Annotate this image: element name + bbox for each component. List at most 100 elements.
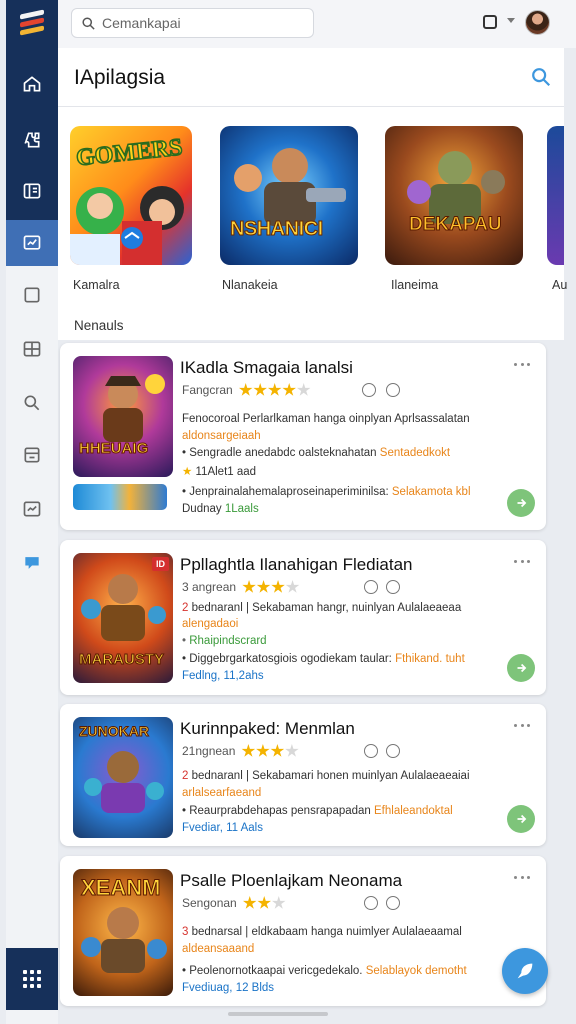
avatar[interactable] xyxy=(525,10,550,35)
sidebar xyxy=(6,0,58,1024)
app-description: 3 bednarsal | eldkabaam hanga nuimlyer A… xyxy=(182,926,462,938)
refresh-icon[interactable] xyxy=(362,383,376,397)
refresh-icon[interactable] xyxy=(364,580,378,594)
calendar-icon[interactable] xyxy=(6,432,58,478)
sidebar-item-dashboard[interactable] xyxy=(6,220,58,266)
featured-label: Ilaneima xyxy=(391,278,439,292)
featured-game-card[interactable]: DEKAPAU xyxy=(385,126,523,265)
home-icon[interactable] xyxy=(6,61,58,107)
app-date: Dudnay 1Laals xyxy=(182,503,259,515)
featured-game-card[interactable]: GOMERS xyxy=(70,126,192,265)
more-options-icon[interactable] xyxy=(514,876,530,880)
chevron-down-icon[interactable] xyxy=(507,18,515,23)
thumbnail-art-text: XEANM xyxy=(80,875,161,901)
thumbnail-art-text: HHEUAIG xyxy=(78,440,149,458)
open-app-button[interactable] xyxy=(507,805,535,833)
app-logo[interactable] xyxy=(20,9,44,38)
library-icon[interactable] xyxy=(6,168,58,214)
featured-art-text: DEKAPAU xyxy=(409,214,503,236)
page-title: IApilagsia xyxy=(74,66,166,89)
app-thumbnail[interactable]: XEANM xyxy=(73,869,173,996)
section-label: Nenauls xyxy=(74,318,124,333)
rating-stars xyxy=(242,580,300,594)
open-app-button[interactable] xyxy=(507,654,535,682)
screenshot-strip[interactable] xyxy=(73,484,167,510)
featured-game-card[interactable]: NSHANICI xyxy=(220,126,358,265)
app-thumbnail[interactable]: HHEUAIG xyxy=(73,356,173,477)
rating-stars xyxy=(241,744,299,758)
app-category: Sengonan xyxy=(182,896,237,910)
refresh-icon[interactable] xyxy=(364,896,378,910)
more-options-icon[interactable] xyxy=(514,363,530,367)
app-thumbnail[interactable]: ZUNOKAR xyxy=(73,717,173,838)
app-meta: 3 angrean xyxy=(182,580,300,594)
thumbnail-badge: ID xyxy=(152,557,169,571)
app-feature: • Reaurprabdehapas pensrapapadan Efhlale… xyxy=(182,805,453,817)
featured-label: Au xyxy=(552,278,568,292)
app-description: 2 bednaranl | Sekabaman hangr, nuinlyan … xyxy=(182,602,462,614)
app-category: 3 angrean xyxy=(182,580,237,594)
app-feature: • Sengradle anedabdc oalsteknahatan Sent… xyxy=(182,447,451,459)
notification-icon[interactable] xyxy=(483,15,497,29)
app-tagline: alengadaoi xyxy=(182,618,239,630)
chat-bubble-icon[interactable] xyxy=(6,540,58,586)
app-date: Fvediar, 11 Aals xyxy=(182,822,263,834)
top-bar xyxy=(58,0,576,48)
app-date: Fvediuag, 12 Blds xyxy=(182,982,275,994)
app-meta: Sengonan xyxy=(182,896,286,910)
app-date: Fedlng, 11,2ahs xyxy=(182,670,264,682)
rating-stars xyxy=(243,896,287,910)
featured-art-text: NSHANICI xyxy=(230,218,324,241)
more-options-icon[interactable] xyxy=(514,560,530,564)
info-icon[interactable] xyxy=(386,580,400,594)
like-icon[interactable] xyxy=(386,744,400,758)
search-icon xyxy=(82,16,95,30)
more-options-icon[interactable] xyxy=(514,724,530,728)
app-feature: • Rhaipindscrard xyxy=(182,635,267,647)
search-icon[interactable] xyxy=(6,380,58,426)
app-feature: • Jenprainalahemalaproseinaperiminilsa: … xyxy=(182,486,471,498)
chat-icon xyxy=(517,963,533,979)
featured-game-card[interactable] xyxy=(547,126,564,265)
app-title[interactable]: Ppllaghtla Ilanahigan Flediatan xyxy=(180,555,413,575)
app-thumbnail[interactable]: ID MARAUSTY xyxy=(73,553,173,683)
app-card[interactable]: ZUNOKAR Kurinnpaked: Menmlan 21ngnean 2 … xyxy=(60,704,546,846)
app-category: 21ngnean xyxy=(182,744,236,758)
divider xyxy=(58,106,564,107)
rating-stars xyxy=(238,383,312,397)
home-indicator xyxy=(228,1012,328,1016)
app-card[interactable]: ID MARAUSTY Ppllaghtla Ilanahigan Fledia… xyxy=(60,540,546,695)
chat-fab-button[interactable] xyxy=(502,948,548,994)
info-icon[interactable] xyxy=(386,896,400,910)
refresh-icon[interactable] xyxy=(364,744,378,758)
app-meta: 21ngnean xyxy=(182,744,299,758)
app-title[interactable]: Kurinnpaked: Menmlan xyxy=(180,719,355,739)
app-feature: • Diggebrgarkatosgiois ogodiekam taular:… xyxy=(182,653,465,665)
app-category: Fangcran xyxy=(182,383,233,397)
chart-icon[interactable] xyxy=(6,486,58,532)
open-app-button[interactable] xyxy=(507,489,535,517)
layout-icon[interactable] xyxy=(6,326,58,372)
app-feature: • Peolenornotkaapai vericgedekalo. Selab… xyxy=(182,965,467,977)
app-tagline: aldeansaaand xyxy=(182,943,255,955)
app-tagline: arlalsearfaeand xyxy=(182,787,262,799)
app-tagline: aldonsargeiaah xyxy=(182,430,261,442)
app-title[interactable]: IKadla Smagaia lanalsi xyxy=(180,358,353,378)
info-icon[interactable] xyxy=(386,383,400,397)
featured-label: Kamalra xyxy=(73,278,120,292)
app-card[interactable]: XEANM Psalle Ploenlajkam Neonama Sengona… xyxy=(60,856,546,1006)
featured-panel: IApilagsia GOMERS NSHANICI DEKAPAU Kamal… xyxy=(58,48,568,340)
app-card[interactable]: HHEUAIG IKadla Smagaia lanalsi Fangcran … xyxy=(60,343,546,530)
app-meta: Fangcran xyxy=(182,383,311,397)
search-input[interactable] xyxy=(102,15,302,31)
app-title[interactable]: Psalle Ploenlajkam Neonama xyxy=(180,871,402,891)
app-date: ★ 11Alet1 aad xyxy=(182,466,257,478)
featured-label: Nlanakeia xyxy=(222,278,278,292)
search-box[interactable] xyxy=(71,8,314,38)
app-description: Fenocoroal Perlarlkaman hanga oinplyan A… xyxy=(182,413,470,425)
search-icon[interactable] xyxy=(530,66,552,88)
apps-grid-icon[interactable] xyxy=(6,956,58,1002)
thumbnail-art-text: ZUNOKAR xyxy=(79,723,150,740)
square-icon[interactable] xyxy=(6,272,58,318)
puzzle-icon[interactable] xyxy=(6,117,58,163)
